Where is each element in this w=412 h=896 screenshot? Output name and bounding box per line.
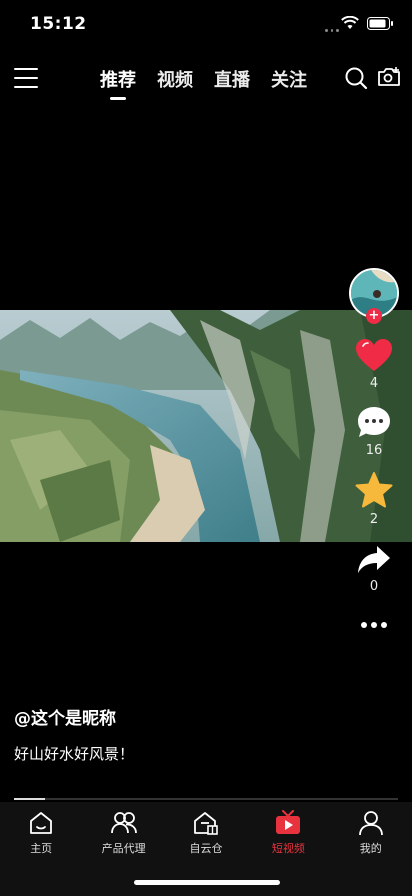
nav-home-label: 主页 [30, 842, 53, 855]
follow-button[interactable]: + [366, 308, 382, 324]
nav-warehouse-label: 自云仓 [189, 842, 223, 855]
like-button[interactable]: 4 [355, 338, 393, 391]
tab-live[interactable]: 直播 [214, 66, 250, 92]
home-icon [30, 812, 53, 834]
menu-icon[interactable] [14, 68, 38, 90]
camera-icon[interactable] [377, 66, 401, 88]
status-icons [341, 16, 394, 30]
more-icon[interactable] [361, 622, 387, 628]
video-progress-fill [14, 798, 45, 800]
nav-short-video[interactable]: 短视频 [248, 810, 328, 856]
video-progress-bar[interactable] [14, 798, 398, 800]
person-icon [358, 811, 383, 836]
top-nav: 推荐 视频 直播 关注 [0, 60, 412, 100]
battery-icon [367, 16, 393, 30]
like-count: 4 [369, 376, 379, 391]
warehouse-icon [194, 812, 218, 835]
status-time: 15:12 [30, 14, 87, 34]
tab-follow[interactable]: 关注 [271, 66, 307, 92]
side-actions: + 4 16 2 0 [348, 268, 400, 628]
home-indicator [134, 880, 280, 885]
search-icon[interactable] [344, 66, 368, 90]
nav-mine[interactable]: 我的 [331, 810, 411, 856]
heart-icon [356, 339, 392, 371]
tv-icon [276, 810, 301, 834]
nav-short-video-label: 短视频 [271, 842, 305, 855]
tab-recommend[interactable]: 推荐 [100, 66, 136, 100]
nav-home[interactable]: 主页 [1, 810, 81, 856]
comment-button[interactable]: 16 [356, 405, 392, 458]
favorite-count: 2 [369, 512, 379, 527]
status-dots [325, 29, 340, 33]
tab-video[interactable]: 视频 [157, 66, 193, 92]
video-description: 好山好水好风景！ [14, 745, 135, 763]
nav-product-agent-label: 产品代理 [101, 842, 146, 855]
nav-warehouse[interactable]: 自云仓 [166, 810, 246, 856]
status-bar: 15:12 [0, 0, 412, 50]
share-count: 0 [369, 579, 379, 594]
users-icon [110, 812, 137, 834]
author-nickname[interactable]: @这个是昵称 [14, 704, 134, 729]
star-icon [355, 472, 393, 508]
comment-count: 16 [365, 443, 383, 458]
wifi-icon [341, 16, 359, 29]
nav-product-agent[interactable]: 产品代理 [84, 810, 164, 856]
feed-tabs: 推荐 视频 直播 关注 [100, 66, 307, 100]
video-caption: @这个是昵称 好山好水好风景！ [14, 704, 134, 764]
comment-icon [358, 407, 390, 437]
share-arrow-icon [358, 546, 390, 573]
nav-mine-label: 我的 [359, 842, 382, 855]
share-button[interactable]: 0 [357, 545, 391, 594]
favorite-button[interactable]: 2 [355, 472, 393, 527]
